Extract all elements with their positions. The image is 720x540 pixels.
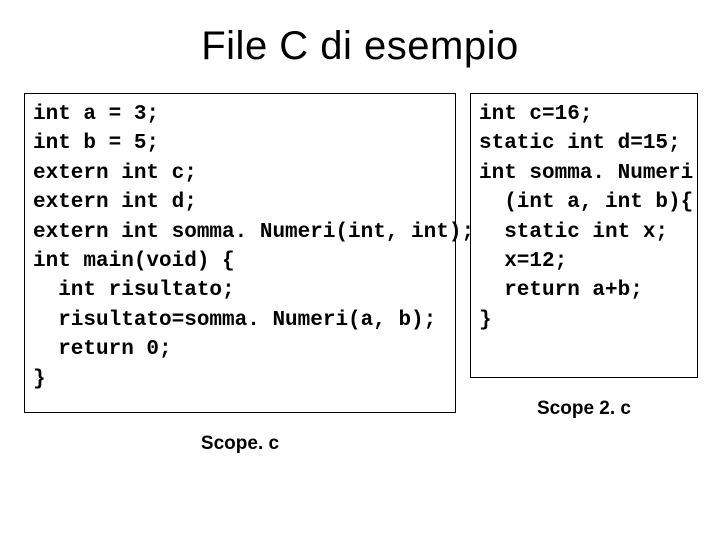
columns: int a = 3; int b = 5; extern int c; exte… xyxy=(24,93,696,455)
file-label-left: Scope. c xyxy=(24,433,456,455)
code-left: int a = 3; int b = 5; extern int c; exte… xyxy=(33,100,447,394)
code-box-right: int c=16; static int d=15; int somma. Nu… xyxy=(470,93,698,378)
right-column: int c=16; static int d=15; int somma. Nu… xyxy=(470,93,698,455)
left-column: int a = 3; int b = 5; extern int c; exte… xyxy=(24,93,456,455)
page-title: File C di esempio xyxy=(24,24,696,69)
code-box-left: int a = 3; int b = 5; extern int c; exte… xyxy=(24,93,456,413)
code-right: int c=16; static int d=15; int somma. Nu… xyxy=(479,100,689,335)
slide: File C di esempio int a = 3; int b = 5; … xyxy=(0,0,720,540)
file-label-right: Scope 2. c xyxy=(470,398,698,420)
